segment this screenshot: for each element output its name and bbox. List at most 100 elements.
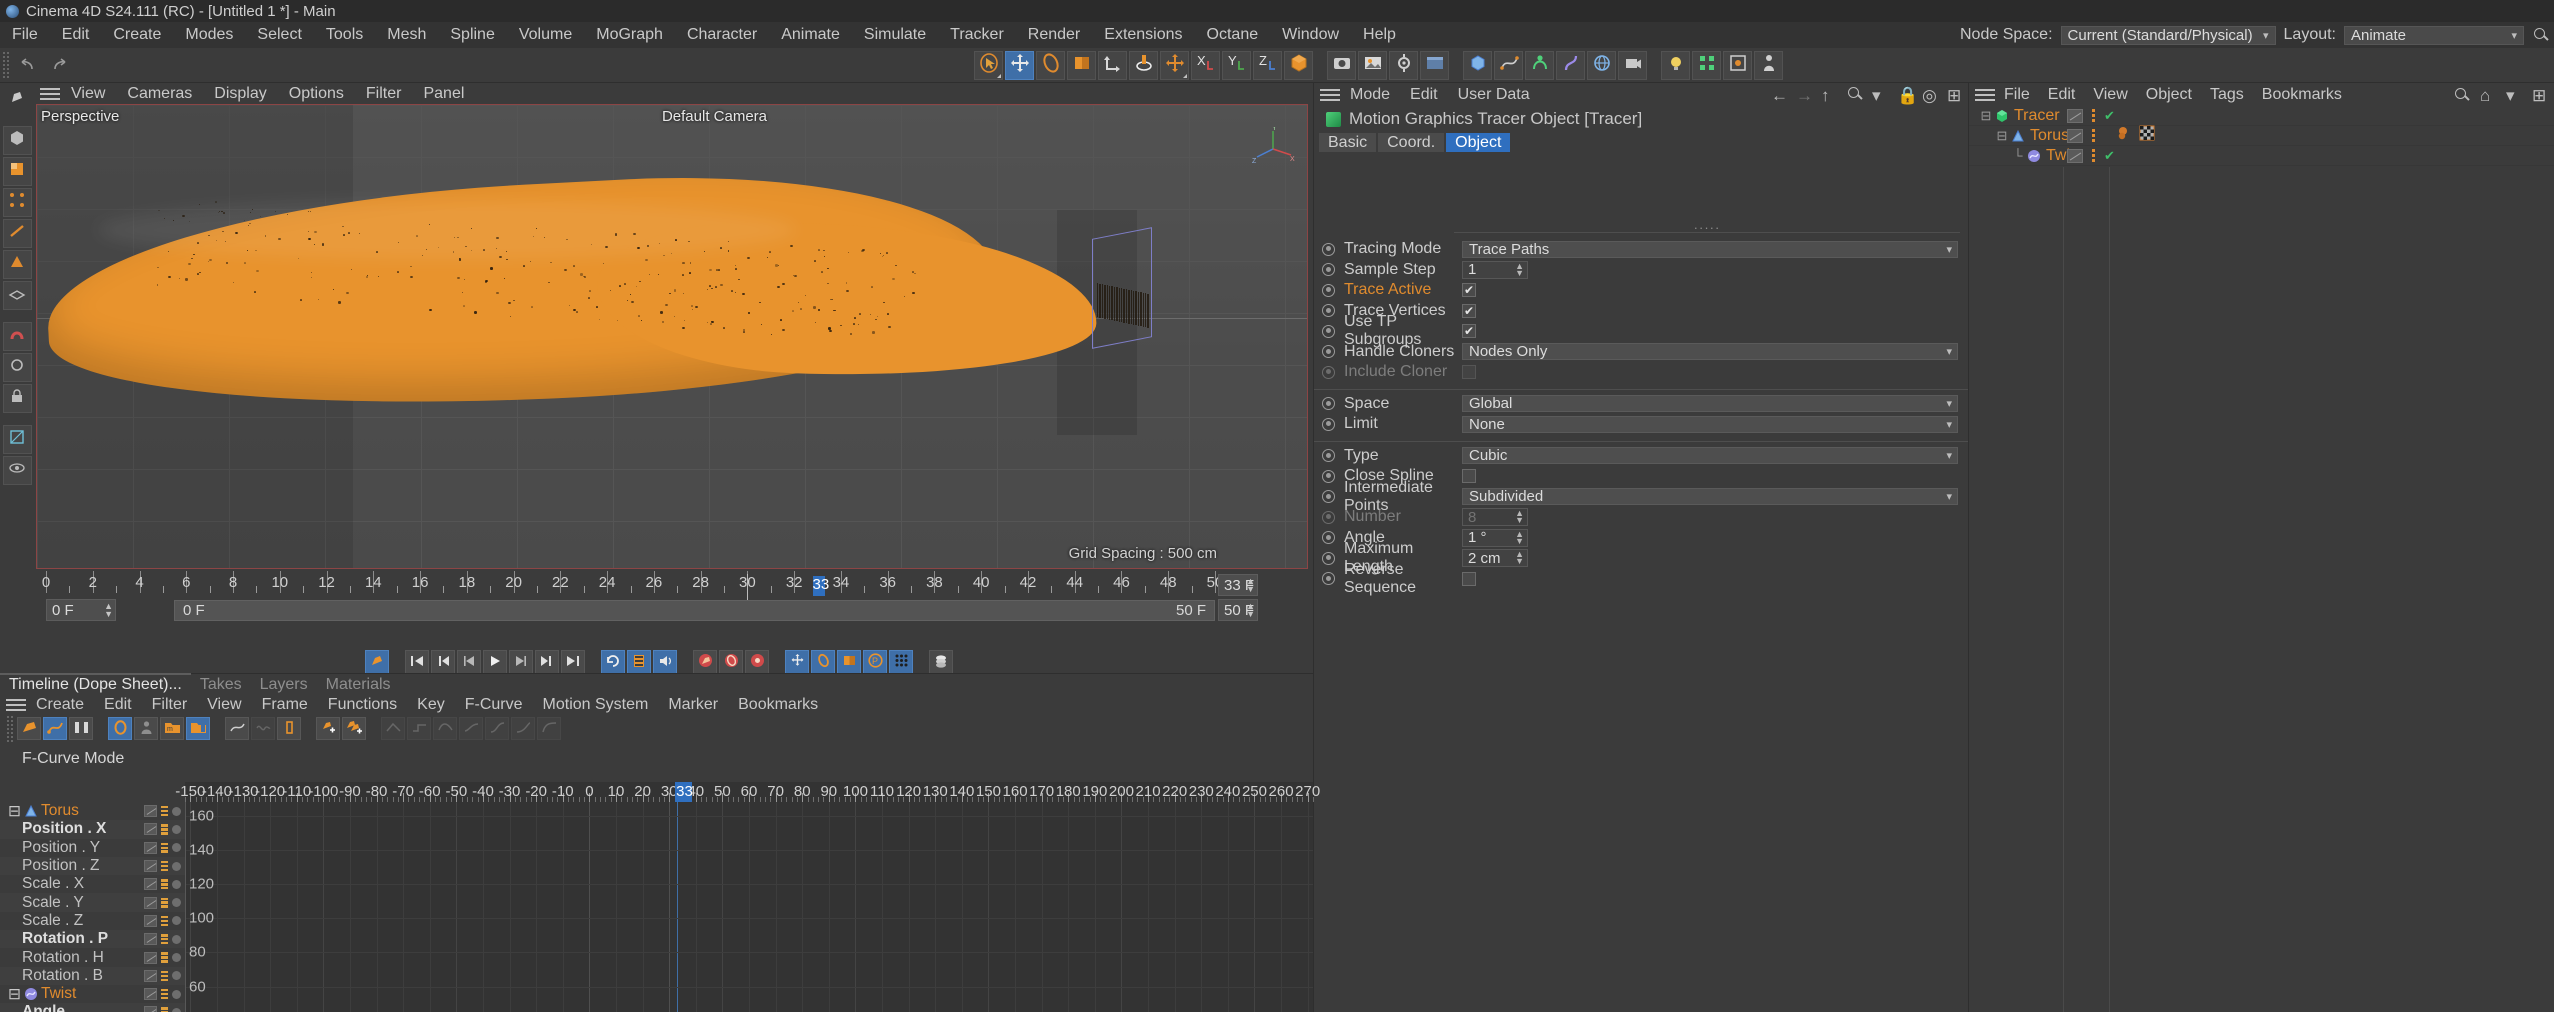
visibility-dots-icon[interactable] <box>2092 149 2095 162</box>
editor-visibility-toggle[interactable] <box>2067 148 2083 163</box>
end-frame-field[interactable]: 50 F ▲ ▼ <box>1218 599 1258 621</box>
record-icon[interactable]: ◎ <box>1922 86 1939 105</box>
point-level-animation-button[interactable] <box>889 650 913 674</box>
attribute-number-number[interactable]: 8 ▲ ▼ <box>1462 508 1528 527</box>
add-icon[interactable]: ⊞ <box>2532 86 2549 105</box>
track-layer-icon[interactable] <box>161 1007 168 1012</box>
track-layer-icon[interactable] <box>161 842 168 853</box>
track-mute-toggle[interactable] <box>144 1006 157 1012</box>
attribute-dropdown-intermediate-points[interactable]: Subdivided ▾ <box>1462 488 1958 506</box>
attribute-dropdown-handle-cloners[interactable]: Nodes Only ▾ <box>1462 343 1958 361</box>
attribute-tab-basic[interactable]: Basic <box>1318 132 1378 153</box>
attribute-number-sample-step[interactable]: 1 ▲ ▼ <box>1462 260 1528 279</box>
timeline-menu-marker[interactable]: Marker <box>658 694 728 715</box>
visibility-dots-icon[interactable] <box>2092 109 2095 122</box>
menu-item-octane[interactable]: Octane <box>1195 22 1271 48</box>
redo-button[interactable] <box>44 51 73 80</box>
attribute-checkbox-close-spline[interactable] <box>1462 469 1476 484</box>
attribute-tab-coord[interactable]: Coord. <box>1377 132 1446 153</box>
track-row[interactable]: Position . Z <box>0 856 185 876</box>
menu-item-select[interactable]: Select <box>245 22 313 48</box>
timeline-tab-layers[interactable]: Layers <box>251 675 317 694</box>
obj-menu-view[interactable]: View <box>2084 83 2136 106</box>
scale-key-button[interactable] <box>837 650 861 674</box>
track-solo-dot[interactable] <box>172 843 181 853</box>
add-keys-button[interactable] <box>342 717 366 740</box>
viewport-menu-cameras[interactable]: Cameras <box>116 83 203 104</box>
fcurve-ruler[interactable]: -150 -140 -130 -120 -110 -100 -90 -80 -70 -60 -50-… <box>175 782 1320 802</box>
expand-toggle-icon[interactable]: ⊟ <box>1977 108 1995 124</box>
track-solo-dot[interactable] <box>172 953 181 963</box>
viewport-menu-options[interactable]: Options <box>278 83 355 104</box>
material-tag-icon[interactable] <box>2117 126 2133 145</box>
attribute-checkbox-trace-vertices[interactable]: ✔ <box>1462 303 1476 318</box>
record-active-objects-button[interactable] <box>365 650 389 674</box>
x-axis-lock[interactable]: X <box>1191 50 1220 80</box>
object-row[interactable]: ⊟ Torus <box>1969 125 2554 146</box>
attribute-checkbox-use-tp-subgroups[interactable]: ✔ <box>1462 324 1476 339</box>
attr-menu-edit[interactable]: Edit <box>1400 83 1448 106</box>
attribute-checkbox-reverse-sequence[interactable] <box>1462 571 1476 586</box>
track-mute-toggle[interactable] <box>144 896 157 909</box>
timeline-ruler[interactable]: 0 2 4 6 8 10 12 14 16 18 20 22 24 26 28 30 32 34 36 38 40 42 4… <box>42 571 1223 602</box>
animate-track-dot[interactable] <box>1322 324 1335 338</box>
track-solo-dot[interactable] <box>172 861 181 871</box>
keyframe-parameter-button[interactable] <box>745 650 769 674</box>
enable-axis-modification[interactable] <box>1160 50 1189 80</box>
attr-menu-user-data[interactable]: User Data <box>1448 83 1540 106</box>
bend-deformer[interactable] <box>1556 50 1585 80</box>
search-icon[interactable] <box>2532 26 2550 44</box>
show-value-button[interactable] <box>277 717 301 740</box>
expand-toggle-icon[interactable]: └ <box>2009 148 2027 163</box>
editor-visibility-toggle[interactable] <box>2067 108 2083 123</box>
obj-menu-object[interactable]: Object <box>2137 83 2201 106</box>
spline-linear-button[interactable] <box>381 717 405 740</box>
uvw-tag-icon[interactable] <box>2139 125 2155 146</box>
render-settings[interactable] <box>1389 50 1418 80</box>
node-space-select[interactable]: Current (Standard/Physical) ▾ <box>2060 25 2276 45</box>
pla-key-button[interactable]: P <box>863 650 887 674</box>
track-solo-dot[interactable] <box>172 971 181 981</box>
search-icon[interactable] <box>2453 86 2471 104</box>
track-solo-dot[interactable] <box>172 934 181 944</box>
frame-rate-button[interactable] <box>627 650 651 674</box>
timeline-menu-bookmarks[interactable]: Bookmarks <box>728 694 828 715</box>
track-layer-icon[interactable] <box>161 860 168 872</box>
track-mute-toggle[interactable] <box>144 878 157 891</box>
obj-menu-file[interactable]: File <box>1995 83 2039 106</box>
menu-item-character[interactable]: Character <box>675 22 769 48</box>
track-row[interactable]: ⊟ Twist <box>0 985 185 1003</box>
animate-track-dot[interactable] <box>1322 304 1335 318</box>
track-row[interactable]: Rotation . P <box>0 930 185 949</box>
menu-item-simulate[interactable]: Simulate <box>852 22 938 48</box>
track-solo-dot[interactable] <box>172 989 181 999</box>
timeline-menu-frame[interactable]: Frame <box>252 694 318 715</box>
selection-cage[interactable] <box>1092 227 1152 349</box>
model-mode-tool[interactable] <box>2 126 32 155</box>
autokeying-button[interactable] <box>693 650 717 674</box>
track-row[interactable]: Rotation . H <box>0 948 185 966</box>
uv-tool[interactable] <box>2 425 32 454</box>
primitive-cube[interactable] <box>1463 50 1492 80</box>
attribute-number-angle[interactable]: 1 ° ▲ ▼ <box>1462 528 1528 547</box>
filter-icon[interactable]: ▾ <box>2506 86 2523 105</box>
menu-item-animate[interactable]: Animate <box>769 22 852 48</box>
menu-item-mograph[interactable]: MoGraph <box>584 22 675 48</box>
animate-track-dot[interactable] <box>1322 469 1335 483</box>
track-layer-icon[interactable] <box>161 989 168 1000</box>
track-layer-icon[interactable] <box>161 934 168 945</box>
motion-mode-button[interactable] <box>69 717 93 740</box>
menu-item-extensions[interactable]: Extensions <box>1092 22 1194 48</box>
forward-arrow-icon[interactable]: → <box>1796 86 1813 105</box>
spinner-icon[interactable]: ▲ ▼ <box>1246 577 1255 594</box>
expand-toggle-icon[interactable]: ⊟ <box>8 985 21 1004</box>
lock-icon[interactable]: 🔒 <box>1897 86 1918 105</box>
animate-track-dot[interactable] <box>1322 572 1335 586</box>
timeline-menu-filter[interactable]: Filter <box>142 694 198 715</box>
position-key-button[interactable] <box>785 650 809 674</box>
render-to-picture-viewer[interactable] <box>1358 50 1387 80</box>
expand-toggle-icon[interactable]: ⊟ <box>8 802 21 821</box>
editor-visibility-toggle[interactable] <box>2067 128 2083 143</box>
spline-pen[interactable] <box>1494 50 1523 80</box>
menu-item-edit[interactable]: Edit <box>50 22 102 48</box>
